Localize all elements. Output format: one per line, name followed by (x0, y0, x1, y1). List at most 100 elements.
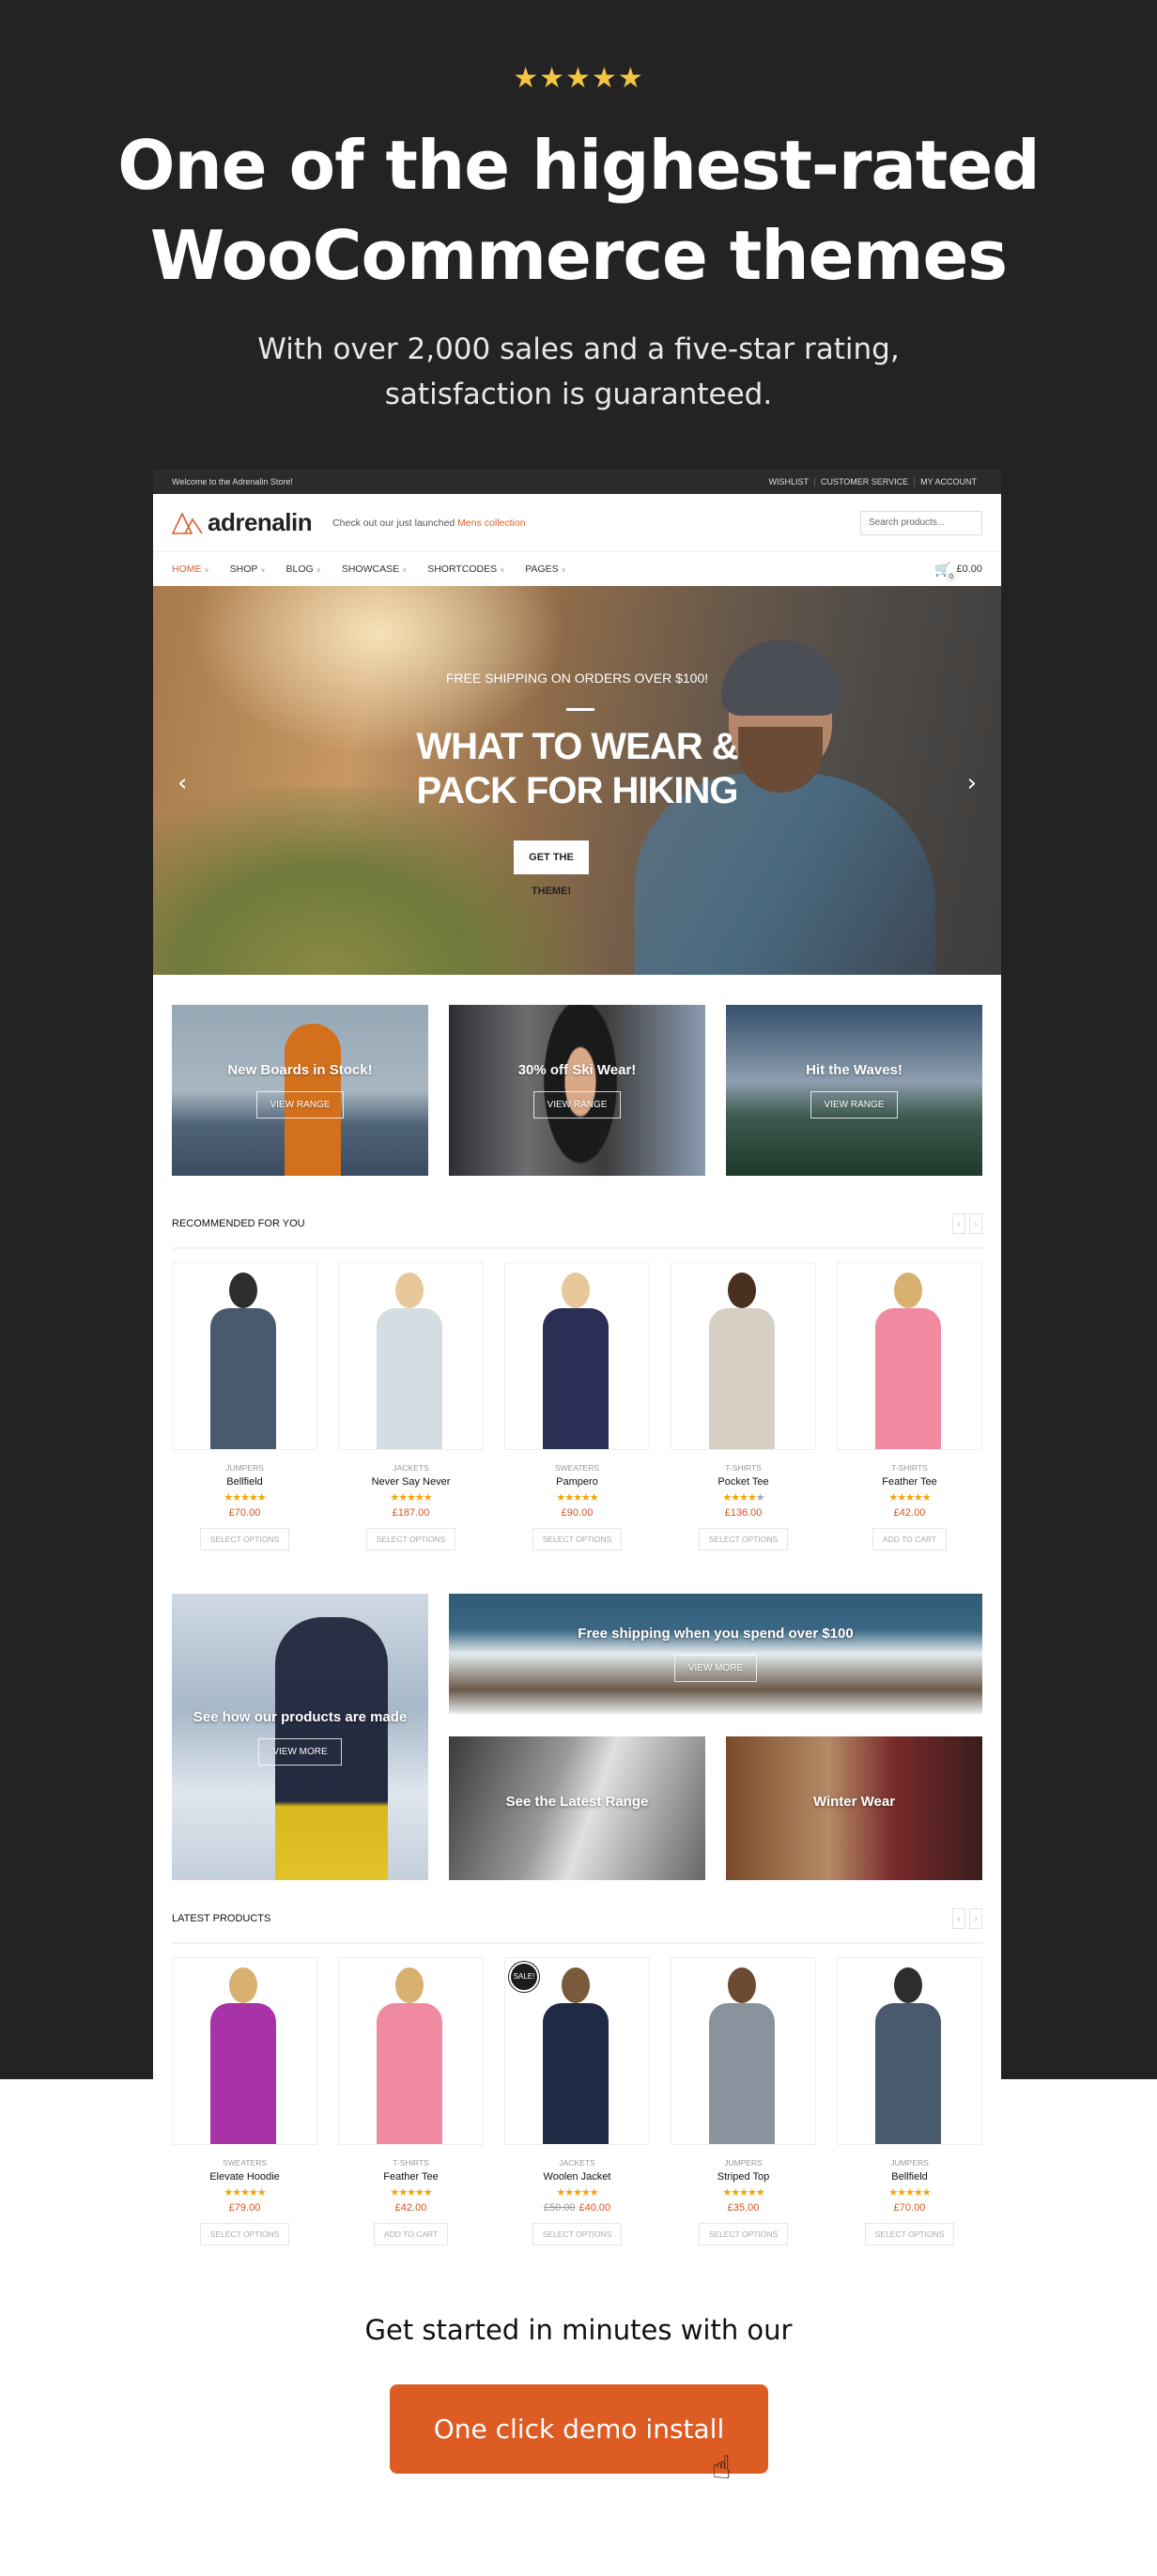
current-price: £42.00 (893, 1507, 926, 1519)
product-category[interactable]: T-SHIRTS (837, 1463, 982, 1473)
carousel-next-icon[interactable]: › (969, 1908, 982, 1929)
star-rating-icon: ★★★★★ (556, 2186, 598, 2198)
product-card[interactable]: SALE! JACKETS Woolen Jacket ★★★★★ £50.00 £40.… (504, 1957, 650, 2245)
product-name[interactable]: Never Say Never (338, 1476, 484, 1488)
cart-button[interactable]: 🛒 0 £0.00 (934, 562, 982, 582)
product-card[interactable]: T-SHIRTS Feather Tee ★★★★★ £42.00 ADD TO CAR… (338, 1957, 484, 2245)
product-name[interactable]: Bellfield (172, 1476, 317, 1488)
nav-item-pages[interactable]: PAGES ∨ (525, 563, 566, 575)
old-price: £50.00 (543, 2202, 576, 2214)
store-logo[interactable]: adrenalin (172, 508, 313, 537)
product-image[interactable] (338, 1262, 484, 1450)
product-name[interactable]: Pocket Tee (671, 1476, 816, 1488)
topbar-link-my-account[interactable]: MY ACCOUNT (914, 477, 982, 486)
nav-item-showcase[interactable]: SHOWCASE ∨ (342, 563, 407, 575)
product-image[interactable] (837, 1262, 982, 1450)
view-range-button[interactable]: VIEW RANGE (532, 1091, 622, 1118)
product-name[interactable]: Pampero (504, 1476, 650, 1488)
product-image[interactable] (671, 1262, 816, 1450)
product-category[interactable]: T-SHIRTS (338, 2158, 484, 2167)
product-image[interactable]: SALE! (504, 1957, 650, 2145)
product-name[interactable]: Feather Tee (837, 1476, 982, 1488)
product-action-button[interactable]: SELECT OPTIONS (199, 2223, 290, 2245)
get-theme-button[interactable]: GET THE THEME! (514, 841, 589, 897)
nav-item-shop[interactable]: SHOP ∨ (230, 563, 266, 575)
promo-hit-waves[interactable]: Hit the Waves! VIEW RANGE (726, 1005, 982, 1176)
store-preview: Welcome to the Adrenalin Store! WISHLIST… (153, 470, 1001, 2263)
product-category[interactable]: JUMPERS (671, 2158, 816, 2167)
promo-title: 30% off Ski Wear! (517, 1062, 637, 1078)
product-figure (210, 1308, 276, 1449)
product-name[interactable]: Feather Tee (338, 2171, 484, 2183)
promo-new-boards[interactable]: New Boards in Stock! VIEW RANGE (172, 1005, 428, 1176)
banner-latest-range[interactable]: See the Latest Range (449, 1736, 705, 1880)
current-price: £90.00 (561, 1507, 594, 1519)
cart-total: £0.00 (956, 563, 982, 575)
product-action-button[interactable]: SELECT OPTIONS (698, 2223, 789, 2245)
product-action-button[interactable]: SELECT OPTIONS (532, 1528, 623, 1550)
mens-collection-link[interactable]: Mens collection (457, 517, 525, 529)
product-image[interactable] (837, 1957, 982, 2145)
product-action-button[interactable]: SELECT OPTIONS (698, 1528, 789, 1550)
product-category[interactable]: JUMPERS (172, 1463, 317, 1473)
product-card[interactable]: JUMPERS Striped Top ★★★★★ £35.00 SELECT OPTI… (671, 1957, 816, 2245)
view-range-button[interactable]: VIEW RANGE (255, 1091, 345, 1118)
slider-prev-arrow-icon[interactable]: ‹ (177, 769, 187, 797)
product-name[interactable]: Striped Top (671, 2171, 816, 2183)
product-action-button[interactable]: ADD TO CART (872, 1528, 948, 1550)
carousel-prev-icon[interactable]: ‹ (952, 1908, 965, 1929)
product-name[interactable]: Elevate Hoodie (172, 2171, 317, 2183)
product-action-button[interactable]: SELECT OPTIONS (365, 1528, 456, 1550)
view-more-button[interactable]: VIEW MORE (258, 1737, 342, 1766)
product-card[interactable]: T-SHIRTS Pocket Tee ★★★★★ £136.00 SELECT OPT… (671, 1262, 816, 1550)
product-card[interactable]: SWEATERS Elevate Hoodie ★★★★★ £79.00 SELECT … (172, 1957, 317, 2245)
product-category[interactable]: JUMPERS (837, 2158, 982, 2167)
product-image[interactable] (671, 1957, 816, 2145)
product-image[interactable] (172, 1262, 317, 1450)
view-more-button[interactable]: VIEW MORE (673, 1655, 758, 1682)
product-price: £79.00 (172, 2202, 317, 2214)
nav-item-blog[interactable]: BLOG ∨ (286, 563, 321, 575)
product-action-button[interactable]: SELECT OPTIONS (864, 2223, 955, 2245)
nav-item-shortcodes[interactable]: SHORTCODES ∨ (427, 563, 504, 575)
product-category[interactable]: JACKETS (504, 2158, 650, 2167)
search-input[interactable]: Search products... (860, 510, 982, 535)
product-price: £70.00 (837, 2202, 982, 2214)
product-figure (377, 2003, 442, 2144)
product-name[interactable]: Woolen Jacket (504, 2171, 650, 2183)
banner-free-shipping[interactable]: Free shipping when you spend over $100 V… (449, 1594, 982, 1714)
product-card[interactable]: JUMPERS Bellfield ★★★★★ £70.00 SELECT OPTION… (837, 1957, 982, 2245)
carousel-next-icon[interactable]: › (969, 1213, 982, 1234)
product-category[interactable]: T-SHIRTS (671, 1463, 816, 1473)
banner-winter-wear[interactable]: Winter Wear (726, 1736, 982, 1880)
product-action-button[interactable]: SELECT OPTIONS (199, 1528, 290, 1550)
product-action-button[interactable]: ADD TO CART (373, 2223, 449, 2245)
product-card[interactable]: JACKETS Never Say Never ★★★★★ £187.00 SELECT… (338, 1262, 484, 1550)
product-card[interactable]: SWEATERS Pampero ★★★★★ £90.00 SELECT OPTIONS (504, 1262, 650, 1550)
view-range-button[interactable]: VIEW RANGE (810, 1091, 899, 1118)
topbar-links: WISHLIST CUSTOMER SERVICE MY ACCOUNT (763, 477, 982, 486)
header-tagline: Check out our just launched Mens collect… (332, 517, 525, 529)
topbar-link-wishlist[interactable]: WISHLIST (763, 477, 814, 486)
hero-title-line2: WooCommerce themes (149, 216, 1008, 295)
current-price: £35.00 (727, 2202, 760, 2214)
nav-item-home[interactable]: HOME ∨ (172, 563, 209, 575)
product-card[interactable]: T-SHIRTS Feather Tee ★★★★★ £42.00 ADD TO CAR… (837, 1262, 982, 1550)
product-image[interactable] (504, 1262, 650, 1450)
slider-next-arrow-icon[interactable]: › (967, 769, 977, 797)
product-action-button[interactable]: SELECT OPTIONS (532, 2223, 623, 2245)
banner-how-made[interactable]: See how our products are made VIEW MORE (172, 1594, 428, 1880)
product-image[interactable] (172, 1957, 317, 2145)
section-title: RECOMMENDED FOR YOU (172, 1218, 305, 1229)
product-card[interactable]: JUMPERS Bellfield ★★★★★ £70.00 SELECT OPTION… (172, 1262, 317, 1550)
banner-grid: See how our products are made VIEW MORE … (172, 1594, 982, 1880)
promo-ski-wear[interactable]: 30% off Ski Wear! VIEW RANGE (449, 1005, 705, 1176)
topbar-link-customer-service[interactable]: CUSTOMER SERVICE (813, 477, 914, 486)
recommended-products: JUMPERS Bellfield ★★★★★ £70.00 SELECT OPTION… (153, 1249, 1001, 1550)
product-category[interactable]: SWEATERS (504, 1463, 650, 1473)
product-category[interactable]: SWEATERS (172, 2158, 317, 2167)
product-category[interactable]: JACKETS (338, 1463, 484, 1473)
product-name[interactable]: Bellfield (837, 2171, 982, 2183)
product-image[interactable] (338, 1957, 484, 2145)
carousel-prev-icon[interactable]: ‹ (952, 1213, 965, 1234)
